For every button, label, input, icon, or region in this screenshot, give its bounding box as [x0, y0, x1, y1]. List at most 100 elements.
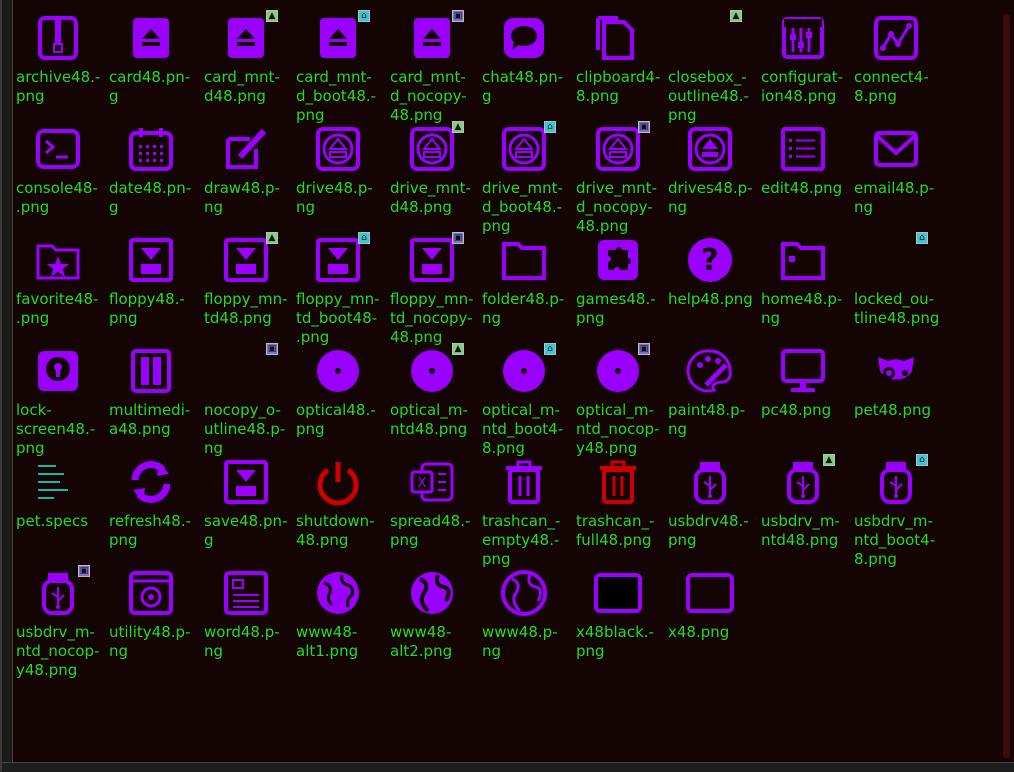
file-item[interactable]: ▲ closebox_- outline48.- png: [664, 6, 756, 124]
file-item[interactable]: Xspread48.- png: [386, 450, 478, 561]
scrollbar-thumb[interactable]: [1003, 14, 1010, 758]
file-item[interactable]: ▣ nocopy_o- utline48.p- ng: [200, 339, 292, 457]
nocopy-badge-icon: ▣: [452, 232, 464, 244]
file-item[interactable]: ▲ optical_m- ntd48.png: [386, 339, 478, 450]
mounted-badge-icon: ▲: [452, 343, 464, 355]
file-label: pc48.png: [761, 401, 832, 419]
file-item[interactable]: pet48.png: [850, 339, 942, 450]
file-item[interactable]: trashcan_- empty48.- png: [478, 450, 570, 568]
file-item[interactable]: floppy48.- png: [105, 228, 197, 339]
file-item[interactable]: ⌂ optical_m- ntd_boot4- 8.png: [478, 339, 570, 457]
usb-drive-icon: [682, 454, 738, 510]
nocopy-badge-icon: ▣: [78, 565, 90, 577]
file-item[interactable]: pet.specs: [12, 450, 104, 561]
file-item[interactable]: drive48.p- ng: [292, 117, 384, 228]
file-item[interactable]: folder48.p- ng: [478, 228, 570, 339]
file-item[interactable]: x48.png: [664, 561, 756, 672]
file-item[interactable]: configurat- ion48.png: [757, 6, 849, 117]
file-item[interactable]: save48.pn- g: [200, 450, 292, 561]
file-item[interactable]: favorite48- .png: [12, 228, 104, 339]
file-item[interactable]: paint48.p- ng: [664, 339, 756, 450]
file-item[interactable]: multimedi- a48.png: [105, 339, 197, 450]
file-item[interactable]: ▲ card_mnt- d48.png: [200, 6, 292, 117]
file-item[interactable]: ▣ optical_m- ntd_nocop- y48.png: [572, 339, 664, 457]
file-label: card48.pn- g: [109, 68, 191, 105]
mounted-badge-icon: ▲: [266, 232, 278, 244]
file-item[interactable]: word48.p- ng: [200, 561, 292, 672]
file-item[interactable]: ▣ floppy_mn- td_nocopy- 48.png: [386, 228, 478, 346]
file-item[interactable]: ⌂ locked_ou- tline48.png: [850, 228, 942, 339]
globe-alt2-icon: [404, 565, 460, 621]
file-manager-window: archive48.- png card48.pn- g ▲ card_mnt- d4…: [0, 0, 1014, 772]
file-item[interactable]: ▣ usbdrv_m- ntd_nocop- y48.png: [12, 561, 104, 679]
file-item[interactable]: ▲ drive_mnt- d48.png: [386, 117, 478, 228]
file-item[interactable]: console48- .png: [12, 117, 104, 228]
boot-badge-icon: ⌂: [544, 343, 556, 355]
file-label: drive48.p- ng: [296, 179, 373, 216]
card-icon: [123, 10, 179, 66]
date-icon: [123, 121, 179, 177]
file-item[interactable]: clipboard4- 8.png: [572, 6, 664, 117]
spreadsheet-icon: X: [404, 454, 460, 510]
file-item[interactable]: drives48.p- ng: [664, 117, 756, 228]
file-item[interactable]: utility48.p- ng: [105, 561, 197, 672]
home-icon: [775, 232, 831, 288]
pet-icon: [868, 343, 924, 399]
file-item[interactable]: www48- alt1.png: [292, 561, 384, 672]
file-item[interactable]: games48.- png: [572, 228, 664, 339]
file-label: card_mnt- d48.png: [204, 68, 280, 105]
file-item[interactable]: edit48.png: [757, 117, 849, 228]
file-label: www48- alt1.png: [296, 623, 359, 660]
boot-badge-icon: ⌂: [358, 232, 370, 244]
file-label: edit48.png: [761, 179, 843, 197]
file-label: favorite48- .png: [16, 290, 99, 327]
svg-text:X: X: [418, 476, 427, 491]
file-label: connect4- 8.png: [854, 68, 929, 105]
file-label: chat48.pn- g: [482, 68, 564, 105]
file-label: refresh48.- png: [109, 512, 192, 549]
empty-box-icon: [682, 565, 738, 621]
file-item[interactable]: chat48.pn- g: [478, 6, 570, 117]
optical-icon: [310, 343, 366, 399]
file-item[interactable]: draw48.p- ng: [200, 117, 292, 228]
file-label: optical48.- png: [296, 401, 376, 438]
file-item[interactable]: date48.pn- g: [105, 117, 197, 228]
file-item[interactable]: archive48.- png: [12, 6, 104, 117]
file-item[interactable]: shutdown- 48.png: [292, 450, 384, 561]
file-item[interactable]: ▲ usbdrv_m- ntd48.png: [757, 450, 849, 561]
file-label: draw48.p- ng: [204, 179, 280, 216]
file-item[interactable]: ▲ floppy_mn- td48.png: [200, 228, 292, 339]
file-label: home48.p- ng: [761, 290, 843, 327]
globe-icon: [496, 565, 552, 621]
file-label: floppy_mn- td48.png: [204, 290, 288, 327]
file-item[interactable]: lock- screen48.- png: [12, 339, 104, 457]
boot-badge-icon: ⌂: [544, 121, 556, 133]
file-item[interactable]: ▣ drive_mnt- d_nocopy- 48.png: [572, 117, 664, 235]
file-item[interactable]: x48black.- png: [572, 561, 664, 672]
file-item[interactable]: email48.p- ng: [850, 117, 942, 228]
file-item[interactable]: www48.p- ng: [478, 561, 570, 672]
file-label: utility48.p- ng: [109, 623, 191, 660]
shutdown-icon: [310, 454, 366, 510]
file-item[interactable]: ⌂ floppy_mn- td_boot48- .png: [292, 228, 384, 346]
file-item[interactable]: www48- alt2.png: [386, 561, 478, 672]
file-label: date48.pn- g: [109, 179, 192, 216]
file-item[interactable]: optical48.- png: [292, 339, 384, 450]
file-item[interactable]: pc48.png: [757, 339, 849, 450]
file-item[interactable]: ⌂ drive_mnt- d_boot48.- png: [478, 117, 570, 235]
file-label: archive48.- png: [16, 68, 101, 105]
file-item[interactable]: ⌂ card_mnt- d_boot48.- png: [292, 6, 384, 124]
file-item[interactable]: ▣ card_mnt- d_nocopy- 48.png: [386, 6, 478, 124]
file-item[interactable]: ⌂ usbdrv_m- ntd_boot4- 8.png: [850, 450, 942, 568]
floppy-icon: [123, 232, 179, 288]
file-item[interactable]: ? help48.png: [664, 228, 756, 339]
file-item[interactable]: refresh48.- png: [105, 450, 197, 561]
file-item[interactable]: usbdrv48.- png: [664, 450, 756, 561]
file-label: usbdrv48.- png: [668, 512, 749, 549]
file-item[interactable]: connect4- 8.png: [850, 6, 942, 117]
file-item[interactable]: home48.p- ng: [757, 228, 849, 339]
file-label: optical_m- ntd48.png: [390, 401, 468, 438]
file-item[interactable]: card48.pn- g: [105, 6, 197, 117]
file-label: spread48.- png: [390, 512, 471, 549]
file-item[interactable]: trashcan_- full48.png: [572, 450, 664, 561]
